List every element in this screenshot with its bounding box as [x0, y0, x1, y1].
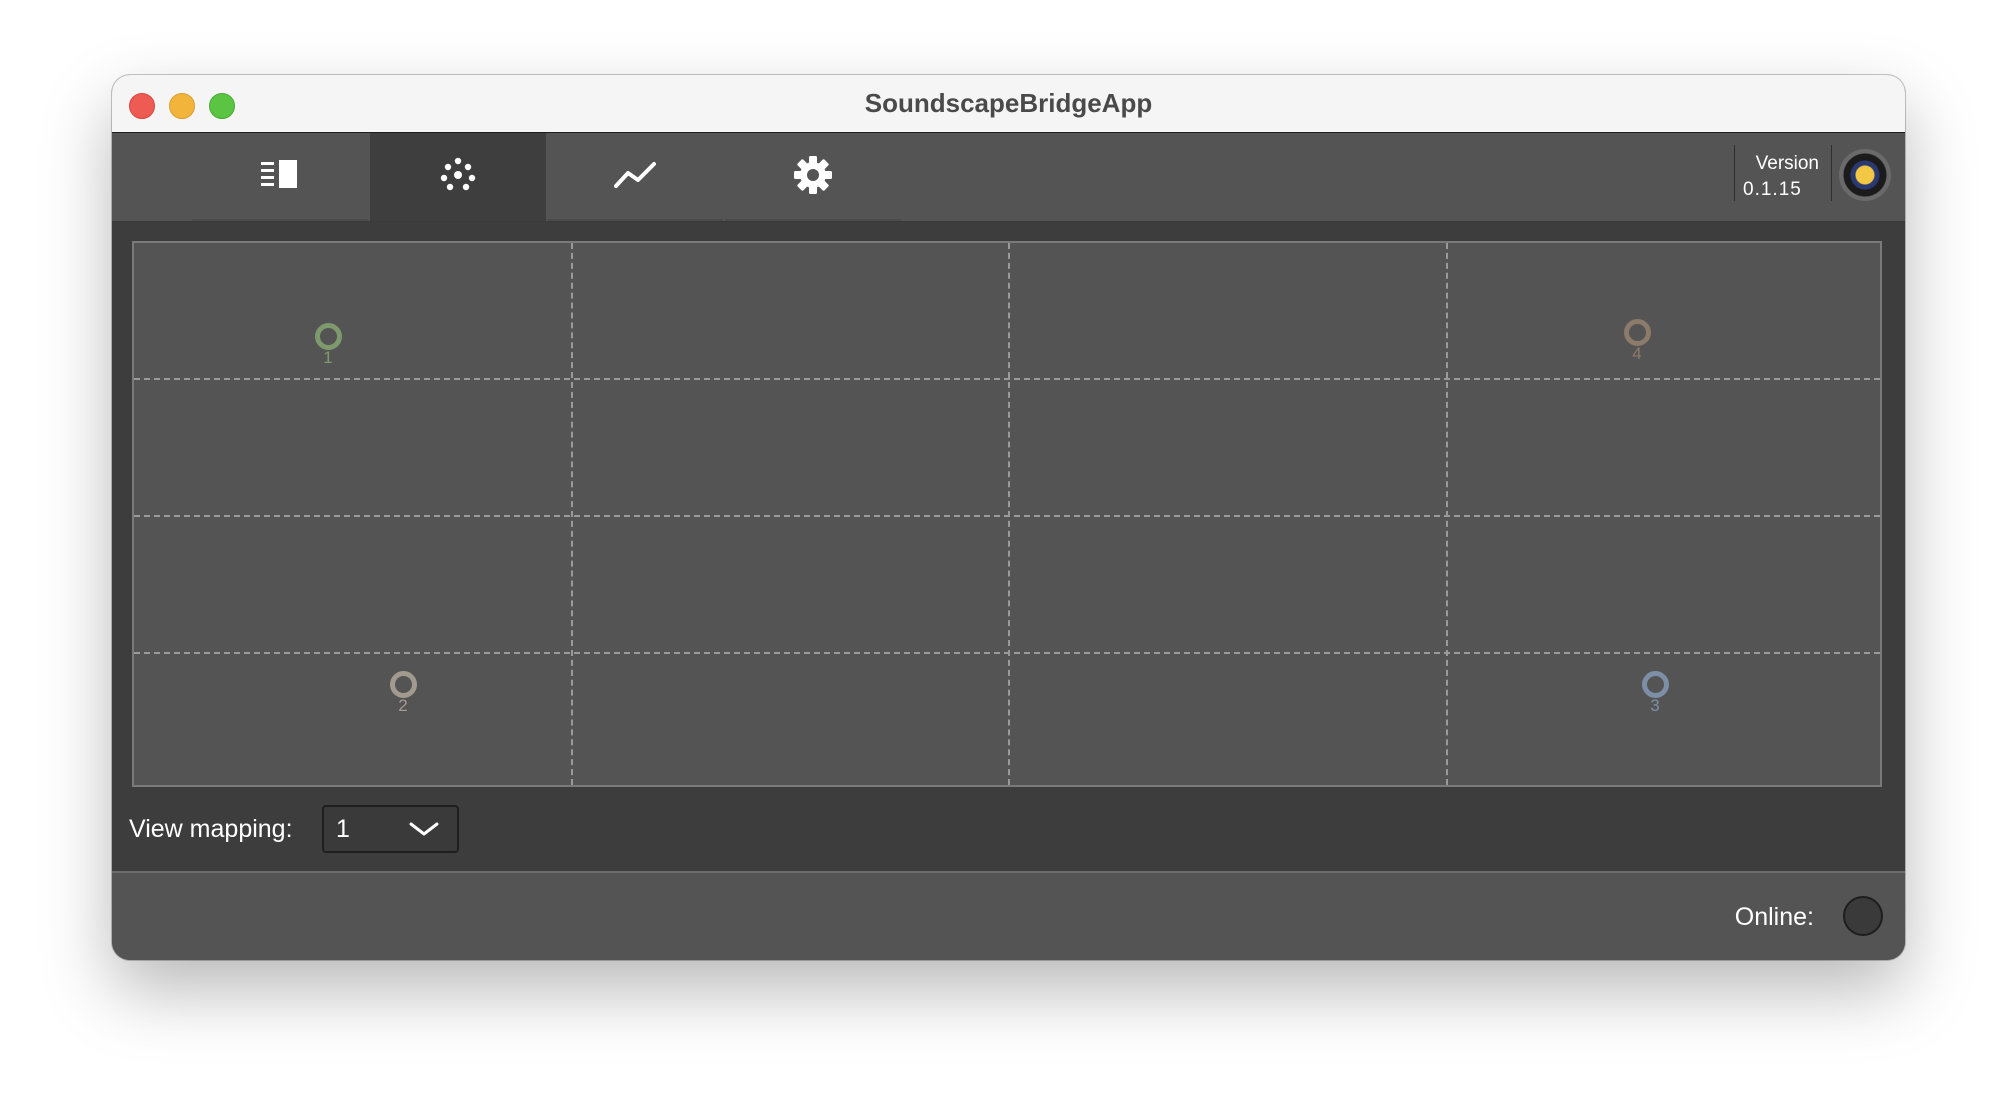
- sound-object-marker: [314, 323, 342, 350]
- sound-object-label: 2: [398, 696, 408, 715]
- sound-object-marker: [1641, 671, 1669, 698]
- window-title: SoundscapeBridgeApp: [864, 88, 1153, 118]
- view-mapping-value: 1: [336, 815, 350, 843]
- grid-line: [134, 515, 1880, 517]
- online-label: Online:: [1734, 903, 1814, 931]
- status-bar: Online:: [112, 871, 1905, 960]
- sound-object-marker: [1623, 319, 1651, 346]
- position-map[interactable]: 1 2 3 4: [132, 241, 1882, 787]
- sound-object-4[interactable]: 4: [1612, 319, 1662, 375]
- sound-object-label: 4: [1632, 344, 1642, 363]
- gear-icon: [793, 155, 833, 200]
- sound-object-2[interactable]: 2: [378, 671, 428, 727]
- version-number: 0.1.15: [1743, 179, 1802, 200]
- list-panel-icon: [261, 159, 299, 196]
- version-info: Version 0.1.15: [1734, 145, 1832, 201]
- online-indicator: [1843, 896, 1883, 936]
- title-bar: SoundscapeBridgeApp: [112, 75, 1905, 133]
- chevron-down-icon: [409, 821, 439, 842]
- tab-positions[interactable]: [370, 133, 546, 221]
- tab-statistics[interactable]: [547, 133, 723, 221]
- grid-line: [1446, 243, 1448, 785]
- grid-line: [1008, 243, 1010, 785]
- main-content: 1 2 3 4 View mapping: 1: [112, 222, 1905, 871]
- sound-object-1[interactable]: 1: [303, 323, 353, 379]
- grid-line: [571, 243, 573, 785]
- sound-object-marker: [389, 671, 417, 698]
- line-chart-icon: [614, 161, 656, 194]
- sound-object-label: 3: [1650, 696, 1660, 715]
- sound-object-3[interactable]: 3: [1630, 671, 1680, 727]
- grid-line: [134, 652, 1880, 654]
- tab-overview[interactable]: [192, 133, 368, 221]
- view-mapping-label: View mapping:: [129, 815, 293, 843]
- dots-scatter-icon: [440, 157, 476, 198]
- version-label: Version: [1755, 153, 1819, 174]
- view-mapping-select[interactable]: 1: [322, 805, 459, 853]
- app-window: SoundscapeBridgeApp Version 0.1.15 1 2 3…: [112, 75, 1905, 960]
- sound-object-label: 1: [323, 348, 333, 367]
- tab-settings[interactable]: [725, 133, 901, 221]
- grid-line: [134, 378, 1880, 380]
- status-indicator-icon[interactable]: [1839, 149, 1891, 201]
- toolbar: Version 0.1.15: [112, 133, 1905, 222]
